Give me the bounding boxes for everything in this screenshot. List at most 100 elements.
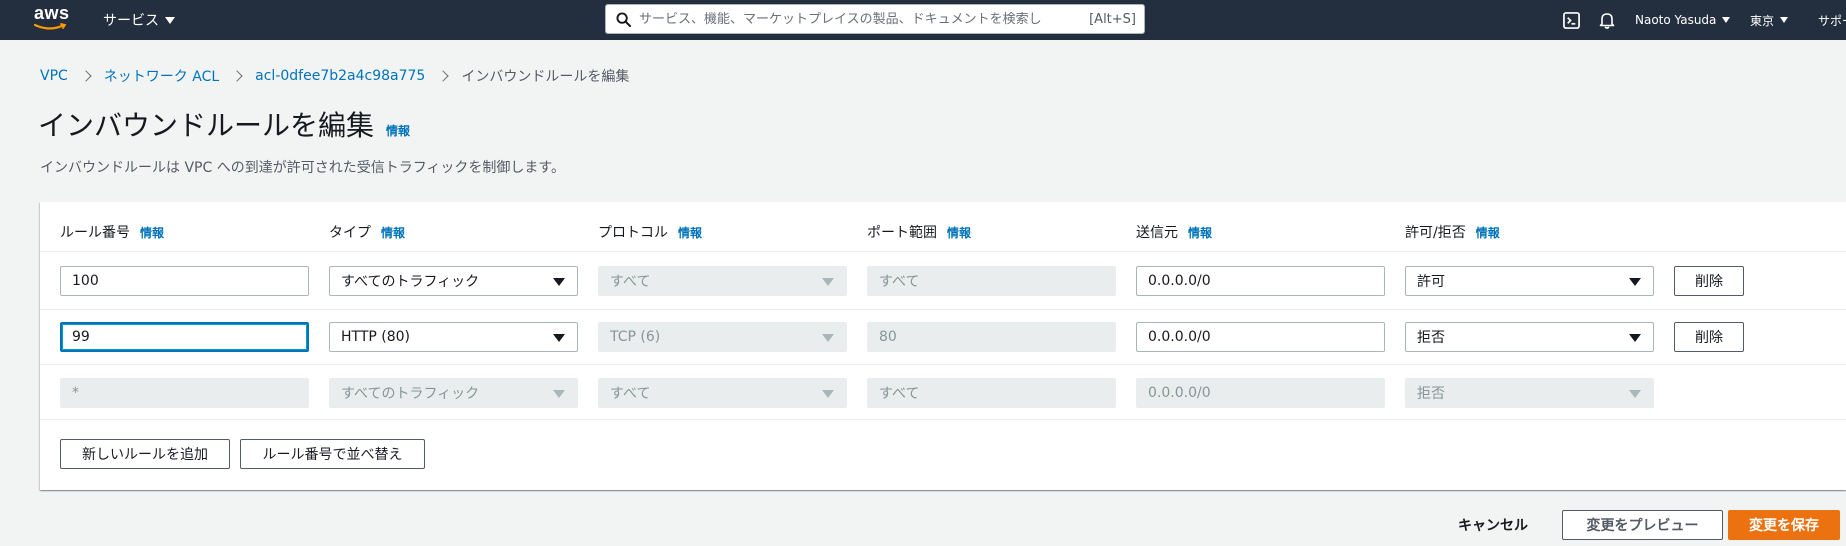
- chevron-right-icon: [437, 70, 449, 82]
- source-input: 0.0.0.0/0: [1136, 378, 1385, 408]
- divider: [40, 419, 1846, 420]
- rule-number-input[interactable]: 99: [60, 322, 309, 352]
- breadcrumb: VPC ネットワーク ACL acl-0dfee7b2a4c98a775 インバ…: [40, 66, 629, 86]
- allow-deny-select: 拒否: [1405, 378, 1654, 408]
- caret-down-icon: [822, 334, 834, 342]
- allow-deny-select-value: 拒否: [1417, 386, 1445, 402]
- bell-icon: [1599, 13, 1615, 29]
- column-label: ポート範囲: [867, 225, 937, 241]
- title-info-link[interactable]: 情報: [386, 122, 410, 139]
- source-input[interactable]: 0.0.0.0/0: [1136, 266, 1385, 296]
- chevron-down-icon: [1780, 17, 1789, 23]
- preview-changes-button[interactable]: 変更をプレビュー: [1562, 510, 1723, 540]
- aws-logo[interactable]: aws: [34, 4, 74, 34]
- delete-button[interactable]: 削除: [1674, 266, 1744, 296]
- notifications-button[interactable]: [1598, 0, 1616, 40]
- column-label: 許可/拒否: [1405, 225, 1466, 241]
- delete-button[interactable]: 削除: [1674, 322, 1744, 352]
- protocol-select-value: すべて: [610, 274, 651, 290]
- region-menu[interactable]: 東京: [1750, 12, 1789, 29]
- top-navigation-bar: aws サービス [Alt+S] Naoto Yasuda: [0, 0, 1846, 40]
- support-menu[interactable]: サポート: [1818, 12, 1846, 29]
- allow-deny-select[interactable]: 許可: [1405, 266, 1654, 296]
- caret-down-icon: [553, 334, 565, 342]
- info-link[interactable]: 情報: [1476, 224, 1500, 241]
- divider: [40, 251, 1846, 252]
- sort-by-rule-number-button[interactable]: ルール番号で並べ替え: [240, 439, 425, 469]
- aws-smile-icon: [34, 23, 67, 30]
- port-range-input: すべて: [867, 378, 1116, 408]
- rule-number-input: *: [60, 378, 309, 408]
- cloudshell-icon: [1563, 11, 1580, 29]
- info-link[interactable]: 情報: [140, 224, 164, 241]
- caret-down-icon: [822, 278, 834, 286]
- user-menu-wrap: Naoto Yasuda: [1635, 0, 1731, 40]
- search-shortcut: [Alt+S]: [1089, 11, 1136, 27]
- chevron-right-icon: [231, 70, 243, 82]
- type-select: すべてのトラフィック: [329, 378, 578, 408]
- info-link[interactable]: 情報: [947, 224, 971, 241]
- type-select[interactable]: すべてのトラフィック: [329, 266, 578, 296]
- caret-down-icon: [553, 390, 565, 398]
- breadcrumb-network-acl[interactable]: ネットワーク ACL: [104, 66, 219, 86]
- support-menu-wrap: サポート: [1818, 0, 1846, 40]
- allow-deny-select[interactable]: 拒否: [1405, 322, 1654, 352]
- column-header-source: 送信元 情報: [1136, 222, 1212, 242]
- caret-down-icon: [553, 278, 565, 286]
- port-range-input: すべて: [867, 266, 1116, 296]
- protocol-select: すべて: [598, 266, 847, 296]
- user-menu[interactable]: Naoto Yasuda: [1635, 13, 1731, 27]
- allow-deny-select-value: 拒否: [1417, 330, 1445, 346]
- divider: [40, 364, 1846, 365]
- cancel-button[interactable]: キャンセル: [1458, 515, 1528, 535]
- region-menu-wrap: 東京: [1750, 0, 1789, 40]
- protocol-select: TCP (6): [598, 322, 847, 352]
- info-link[interactable]: 情報: [381, 224, 405, 241]
- rule-number-input[interactable]: 100: [60, 266, 309, 296]
- source-input[interactable]: 0.0.0.0/0: [1136, 322, 1385, 352]
- type-select-value: すべてのトラフィック: [341, 386, 480, 402]
- user-name: Naoto Yasuda: [1635, 13, 1717, 27]
- breadcrumb-current: インバウンドルールを編集: [461, 69, 630, 85]
- chevron-down-icon: [1722, 17, 1731, 23]
- chevron-right-icon: [80, 70, 92, 82]
- support-label: サポート: [1818, 13, 1846, 28]
- info-link[interactable]: 情報: [1188, 224, 1212, 241]
- column-label: 送信元: [1136, 225, 1178, 241]
- aws-logo-text: aws: [34, 3, 70, 23]
- caret-down-icon: [822, 390, 834, 398]
- protocol-select: すべて: [598, 378, 847, 408]
- search-input[interactable]: [639, 11, 1090, 27]
- breadcrumb-acl-id[interactable]: acl-0dfee7b2a4c98a775: [255, 68, 425, 84]
- caret-down-icon: [1629, 390, 1641, 398]
- global-search[interactable]: [Alt+S]: [605, 4, 1145, 34]
- save-changes-button[interactable]: 変更を保存: [1728, 510, 1840, 540]
- column-header-protocol: プロトコル 情報: [598, 222, 702, 242]
- column-header-type: タイプ 情報: [329, 222, 405, 242]
- caret-down-icon: [1629, 278, 1641, 286]
- page-title: インバウンドルールを編集: [38, 109, 375, 142]
- column-label: タイプ: [329, 225, 371, 241]
- column-header-rule-number: ルール番号 情報: [60, 222, 164, 242]
- inbound-rules-panel: ルール番号 情報 タイプ 情報 プロトコル 情報 ポート範囲 情報 送信元 情報…: [40, 202, 1846, 490]
- cloudshell-button[interactable]: [1563, 0, 1580, 40]
- column-header-allow-deny: 許可/拒否 情報: [1405, 222, 1500, 242]
- protocol-select-value: TCP (6): [610, 329, 661, 345]
- page-description: インバウンドルールは VPC への到達が許可された受信トラフィックを制御します。: [40, 160, 566, 176]
- allow-deny-select-value: 許可: [1417, 274, 1445, 290]
- caret-down-icon: [1629, 334, 1641, 342]
- column-label: ルール番号: [60, 225, 130, 241]
- add-rule-button[interactable]: 新しいルールを追加: [60, 439, 230, 469]
- search-icon: [616, 11, 631, 27]
- column-header-port-range: ポート範囲 情報: [867, 222, 971, 242]
- breadcrumb-vpc[interactable]: VPC: [40, 68, 68, 84]
- chevron-down-icon: [165, 16, 175, 24]
- type-select[interactable]: HTTP (80): [329, 322, 578, 352]
- type-select-value: すべてのトラフィック: [341, 274, 480, 290]
- info-link[interactable]: 情報: [678, 224, 702, 241]
- protocol-select-value: すべて: [610, 386, 651, 402]
- services-label: サービス: [103, 13, 159, 29]
- region-name: 東京: [1750, 13, 1775, 28]
- services-menu[interactable]: サービス: [103, 10, 175, 30]
- type-select-value: HTTP (80): [341, 329, 411, 345]
